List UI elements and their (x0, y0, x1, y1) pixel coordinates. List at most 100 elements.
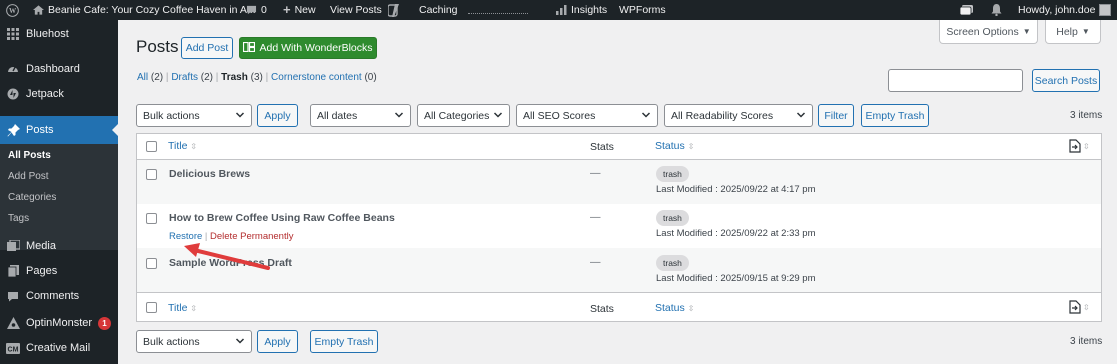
view-drafts-link[interactable]: Drafts (171, 72, 198, 83)
search-input[interactable] (888, 69, 1023, 92)
sidebar-item-pages[interactable]: Pages (0, 259, 118, 283)
wordpress-logo-icon[interactable]: W (6, 0, 19, 20)
yoast-icon[interactable] (388, 0, 400, 20)
sidebar-item-media[interactable]: Media (0, 234, 118, 258)
sidebar-item-posts[interactable]: Posts (0, 116, 118, 144)
seo-scores-filter-value: All SEO Scores (523, 109, 596, 122)
seo-scores-filter-select[interactable]: All SEO Scores (516, 104, 658, 127)
notifications-icon[interactable] (960, 0, 973, 20)
apply-button[interactable]: Apply (257, 104, 298, 127)
readability-filter-select[interactable]: All Readability Scores (664, 104, 813, 127)
add-post-button[interactable]: Add Post (181, 37, 233, 59)
table-footer-row: Title ⇳ Stats Status ⇳ ⇳ (137, 294, 1101, 321)
view-all-link[interactable]: All (137, 72, 148, 83)
sort-icon: ⇳ (1083, 141, 1090, 151)
row-checkbox[interactable] (146, 213, 157, 224)
row-checkbox[interactable] (146, 258, 157, 269)
links-column-footer[interactable]: ⇳ (1069, 300, 1090, 314)
post-stats: — (590, 256, 601, 268)
sidebar-item-label: Pages (26, 265, 58, 277)
submenu-all-posts[interactable]: All Posts (8, 150, 51, 161)
new-label: New (294, 4, 316, 16)
search-posts-button[interactable]: Search Posts (1032, 69, 1100, 92)
dates-filter-value: All dates (317, 109, 358, 122)
select-all-checkbox[interactable] (146, 141, 157, 152)
bulk-actions-value: Bulk actions (143, 109, 200, 122)
post-title[interactable]: Delicious Brews (169, 168, 250, 180)
caret-down-icon: ▼ (1022, 27, 1031, 36)
empty-trash-button-bottom[interactable]: Empty Trash (310, 330, 378, 353)
select-all-checkbox-footer[interactable] (146, 302, 157, 313)
sort-icon: ⇳ (687, 304, 695, 313)
insights-link[interactable]: Insights (556, 0, 607, 20)
caching-link[interactable]: Caching (419, 0, 458, 20)
add-post-label: Add Post (185, 42, 229, 54)
submenu-categories[interactable]: Categories (8, 192, 56, 203)
bar-chart-icon (556, 5, 567, 15)
sort-icon: ⇳ (190, 142, 198, 151)
view-cornerstone-count: (0) (364, 72, 377, 83)
creative-mail-icon: CM (6, 341, 20, 355)
title-column-footer[interactable]: Title ⇳ (168, 302, 197, 314)
chevron-down-icon (235, 112, 245, 118)
empty-trash-button[interactable]: Empty Trash (861, 104, 929, 127)
row-checkbox[interactable] (146, 169, 157, 180)
dates-filter-select[interactable]: All dates (310, 104, 411, 127)
add-with-wonderblocks-button[interactable]: Add With WonderBlocks (239, 37, 377, 59)
bell-icon[interactable] (991, 0, 1002, 20)
view-posts-label: View Posts (330, 4, 382, 16)
sidebar-item-jetpack[interactable]: Jetpack (0, 82, 118, 106)
filter-button[interactable]: Filter (818, 104, 854, 127)
wonderblocks-icon (243, 41, 256, 55)
site-name-label: Beanie Cafe: Your Cozy Coffee Haven in A… (48, 4, 256, 16)
media-icon (6, 239, 20, 253)
table-row: Delicious Brews — trash Last Modified : … (137, 160, 1101, 204)
status-badge: trash (656, 166, 689, 182)
submenu-tags[interactable]: Tags (8, 213, 29, 224)
notification-badge: 1 (98, 316, 112, 330)
sidebar-item-comments[interactable]: Comments (0, 284, 118, 308)
post-title[interactable]: How to Brew Coffee Using Raw Coffee Bean… (169, 212, 395, 224)
bulk-actions-select[interactable]: Bulk actions (136, 104, 252, 127)
site-name-link[interactable]: Beanie Cafe: Your Cozy Coffee Haven in A… (33, 0, 256, 20)
status-column-header[interactable]: Status ⇳ (655, 140, 694, 152)
screen-options-button[interactable]: Screen Options ▼ (939, 20, 1038, 44)
bulk-actions-select-bottom[interactable]: Bulk actions (136, 330, 252, 353)
caret-down-icon: ▼ (1081, 27, 1090, 36)
view-trash-current[interactable]: Trash (221, 72, 248, 83)
view-cornerstone-link[interactable]: Cornerstone content (271, 72, 362, 83)
links-column-header[interactable]: ⇳ (1069, 139, 1090, 153)
insights-label: Insights (571, 4, 608, 16)
sidebar-item-optinmonster[interactable]: OptinMonster 1 (0, 311, 118, 335)
stats-column-header: Stats (590, 141, 614, 153)
stats-column-footer: Stats (590, 303, 614, 315)
sidebar-item-label: Bluehost (26, 28, 69, 40)
page-title: Posts (136, 37, 179, 56)
sidebar-item-label: Posts (26, 124, 54, 136)
help-button[interactable]: Help ▼ (1045, 20, 1101, 44)
chevron-down-icon (235, 338, 245, 344)
view-posts-link[interactable]: View Posts (330, 0, 382, 20)
status-column-label: Status (655, 302, 685, 314)
comments-link[interactable]: 0 (246, 0, 267, 20)
sidebar-item-label: OptinMonster (26, 317, 93, 329)
active-menu-arrow (112, 124, 118, 136)
new-content-link[interactable]: + New (283, 0, 316, 20)
sidebar-item-label: Media (26, 240, 56, 252)
jetpack-icon (6, 87, 20, 101)
account-menu[interactable]: Howdy, john.doe (1018, 0, 1112, 20)
dashboard-icon (6, 62, 20, 76)
svg-text:CM: CM (8, 346, 19, 353)
status-column-footer[interactable]: Status ⇳ (655, 302, 694, 314)
sidebar-item-bluehost[interactable]: Bluehost (0, 22, 118, 46)
sidebar-item-creative-mail[interactable]: CM Creative Mail (0, 336, 118, 360)
chevron-down-icon (641, 112, 651, 118)
title-column-header[interactable]: Title ⇳ (168, 140, 197, 152)
apply-button-bottom[interactable]: Apply (257, 330, 298, 353)
wonderblocks-label: Add With WonderBlocks (259, 42, 373, 54)
categories-filter-select[interactable]: All Categories (417, 104, 510, 127)
categories-filter-value: All Categories (424, 109, 490, 122)
wpforms-link[interactable]: WPForms (619, 0, 666, 20)
sidebar-item-dashboard[interactable]: Dashboard (0, 57, 118, 81)
submenu-add-post[interactable]: Add Post (8, 171, 49, 182)
